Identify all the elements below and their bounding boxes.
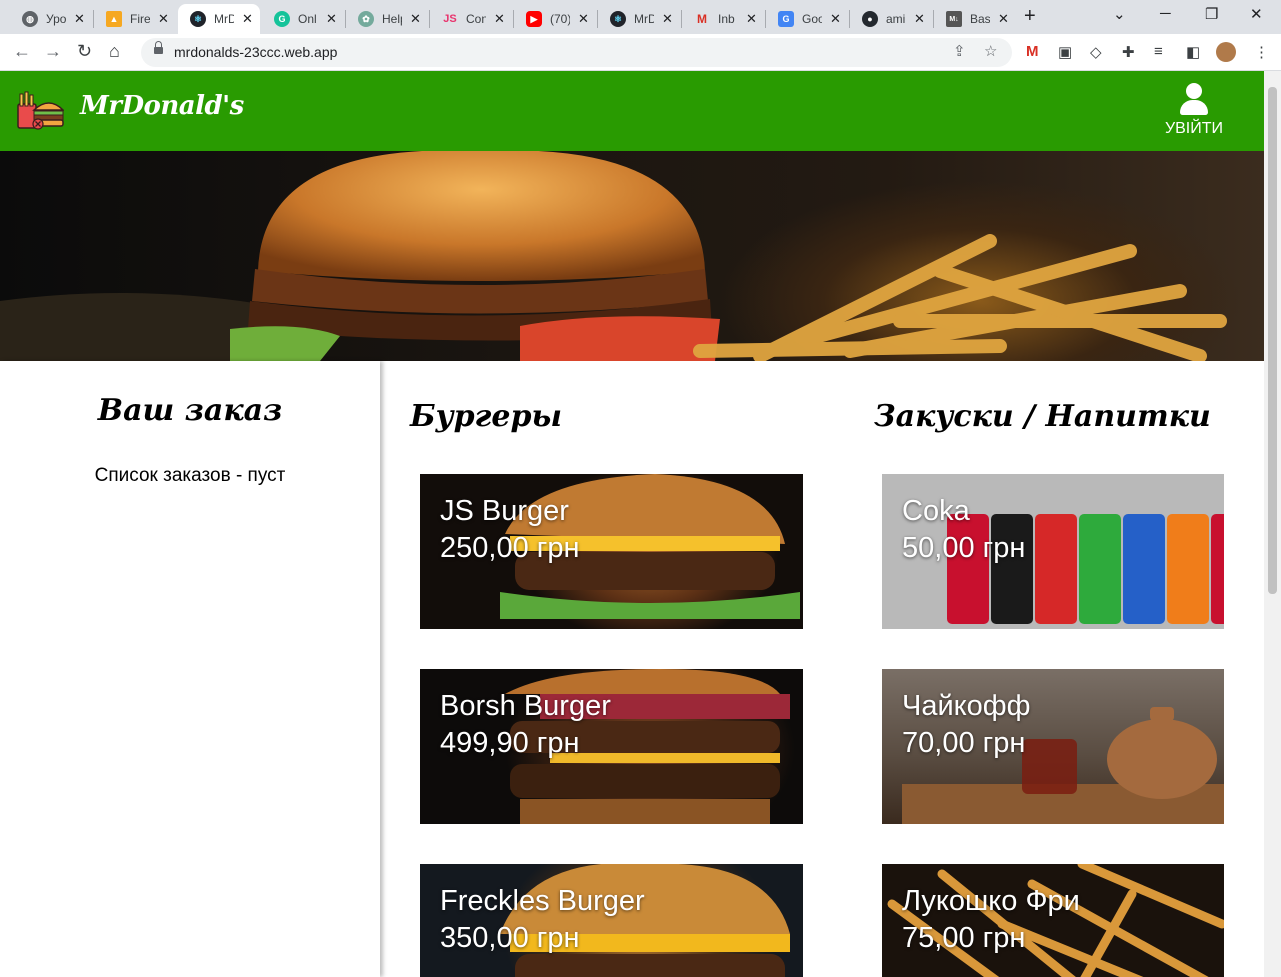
grammarly-icon: G bbox=[274, 11, 290, 27]
burger-photo bbox=[500, 864, 790, 977]
close-window-button[interactable]: ✕ bbox=[1250, 5, 1263, 23]
google-translate-icon: G bbox=[778, 11, 794, 27]
browser-tab[interactable]: ▶ (70) ✕ bbox=[514, 4, 596, 34]
gmail-icon: M bbox=[697, 12, 707, 26]
firebase-icon: ▲ bbox=[106, 11, 122, 27]
menu-item-card[interactable]: Чайкофф 70,00 грн bbox=[882, 669, 1224, 824]
browser-tab[interactable]: ● ami ✕ bbox=[850, 4, 932, 34]
browser-tabstrip: ◍ Уро ✕ ▲ Fire ✕ ⚛ MrD ✕ G Onl ✕ ✿ Help … bbox=[0, 0, 1281, 34]
side-panel-icon[interactable]: ◧ bbox=[1186, 43, 1200, 61]
menu-item-price: 250,00 грн bbox=[440, 532, 580, 564]
page-viewport: MrDonald's УВІЙТИ Ваш заказ Список заказ… bbox=[0, 71, 1264, 977]
back-button[interactable]: ← bbox=[13, 41, 31, 62]
menu-item-card[interactable]: Freckles Burger 350,00 грн bbox=[420, 864, 803, 977]
bookmark-star-icon[interactable]: ☆ bbox=[984, 42, 997, 60]
menu-item-name: Coka bbox=[902, 495, 970, 527]
react-icon: ⚛ bbox=[190, 11, 206, 27]
browser-tab[interactable]: ▲ Fire ✕ bbox=[94, 4, 176, 34]
browser-tab[interactable]: ✿ Help ✕ bbox=[346, 4, 428, 34]
menu-item-price: 50,00 грн bbox=[902, 532, 1026, 564]
menu-item-price: 70,00 грн bbox=[902, 727, 1026, 759]
tab-search-icon[interactable]: ⌄ bbox=[1113, 5, 1126, 23]
close-tab-icon[interactable]: ✕ bbox=[914, 11, 925, 27]
hero-banner-image bbox=[0, 151, 1264, 361]
js-icon: JS bbox=[443, 13, 457, 25]
menu-item-name: JS Burger bbox=[440, 495, 569, 527]
close-tab-icon[interactable]: ✕ bbox=[494, 11, 505, 27]
close-tab-icon[interactable]: ✕ bbox=[74, 11, 85, 27]
burger-fries-logo-icon bbox=[17, 91, 64, 130]
menu-item-name: Чайкофф bbox=[902, 690, 1031, 722]
address-bar[interactable]: mrdonalds-23ccc.web.app ⇪ ☆ bbox=[141, 38, 1012, 67]
browser-tab[interactable]: G Goo ✕ bbox=[766, 4, 848, 34]
browser-tab[interactable]: ⚛ MrD ✕ bbox=[598, 4, 680, 34]
menu-item-name: Лукошко Фри bbox=[902, 885, 1080, 917]
gmail-extension-icon[interactable]: M bbox=[1026, 43, 1039, 60]
menu-item-price: 350,00 грн bbox=[440, 922, 580, 954]
browser-tab[interactable]: JS Con ✕ bbox=[430, 4, 512, 34]
globe-icon: ◍ bbox=[22, 11, 38, 27]
browser-tab-active[interactable]: ⚛ MrD ✕ bbox=[178, 4, 260, 34]
profile-avatar[interactable] bbox=[1216, 42, 1236, 62]
close-tab-icon[interactable]: ✕ bbox=[326, 11, 337, 27]
browser-tab[interactable]: M↓ Bas ✕ bbox=[934, 4, 1016, 34]
forward-button[interactable]: → bbox=[44, 41, 62, 62]
maximize-button[interactable]: ❐ bbox=[1205, 5, 1218, 23]
snacks-section-title: Закуски / Напитки bbox=[874, 399, 1211, 434]
extension-icon[interactable]: ▣ bbox=[1058, 43, 1072, 61]
menu-item-card[interactable]: Лукошко Фри 75,00 грн bbox=[882, 864, 1224, 977]
react-icon: ⚛ bbox=[610, 11, 626, 27]
site-logo-text[interactable]: MrDonald's bbox=[80, 91, 244, 121]
menu-item-card[interactable]: Borsh Burger 499,90 грн bbox=[420, 669, 803, 824]
order-title: Ваш заказ bbox=[97, 393, 283, 428]
close-tab-icon[interactable]: ✕ bbox=[662, 11, 673, 27]
menu-item-price: 75,00 грн bbox=[902, 922, 1026, 954]
close-tab-icon[interactable]: ✕ bbox=[242, 11, 253, 27]
reload-button[interactable]: ↻ bbox=[77, 41, 92, 62]
order-panel: Ваш заказ Список заказов - пуст bbox=[0, 361, 380, 977]
home-button[interactable]: ⌂ bbox=[109, 41, 120, 62]
burger-fries-photo bbox=[0, 151, 1227, 361]
burgers-section-title: Бургеры bbox=[410, 399, 563, 434]
menu-kebab-icon[interactable]: ⋮ bbox=[1254, 43, 1269, 61]
markdown-icon: M↓ bbox=[946, 11, 962, 27]
menu-item-card[interactable]: JS Burger 250,00 грн bbox=[420, 474, 803, 629]
order-empty-text: Список заказов - пуст bbox=[94, 465, 286, 486]
menu-item-name: Freckles Burger bbox=[440, 885, 645, 917]
site-navbar: MrDonald's УВІЙТИ bbox=[0, 71, 1264, 151]
browser-tab[interactable]: G Onl ✕ bbox=[262, 4, 344, 34]
tag-extension-icon[interactable]: ◇ bbox=[1090, 43, 1102, 61]
menu-item-price: 499,90 грн bbox=[440, 727, 580, 759]
user-icon bbox=[1180, 83, 1208, 115]
browser-toolbar: ← → ↻ ⌂ mrdonalds-23ccc.web.app ⇪ ☆ bbox=[0, 34, 1281, 71]
page-scrollbar[interactable] bbox=[1264, 71, 1281, 977]
menu-item-name: Borsh Burger bbox=[440, 690, 611, 722]
url-text[interactable]: mrdonalds-23ccc.web.app bbox=[174, 44, 337, 60]
login-button[interactable]: УВІЙТИ bbox=[1160, 83, 1228, 138]
browser-tab[interactable]: M Inb ✕ bbox=[682, 4, 764, 34]
scrollbar-thumb[interactable] bbox=[1268, 87, 1277, 594]
lock-icon bbox=[154, 41, 163, 55]
media-control-icon[interactable]: ≡ bbox=[1154, 43, 1163, 60]
close-tab-icon[interactable]: ✕ bbox=[830, 11, 841, 27]
login-label: УВІЙТИ bbox=[1164, 120, 1224, 137]
menu-item-card[interactable]: Coka 50,00 грн bbox=[882, 474, 1224, 629]
close-tab-icon[interactable]: ✕ bbox=[410, 11, 421, 27]
new-tab-button[interactable]: + bbox=[1024, 5, 1036, 28]
share-icon[interactable]: ⇪ bbox=[953, 42, 966, 60]
youtube-icon: ▶ bbox=[526, 11, 542, 27]
close-tab-icon[interactable]: ✕ bbox=[746, 11, 757, 27]
puzzle-icon[interactable]: ✚ bbox=[1122, 43, 1135, 61]
openai-icon: ✿ bbox=[358, 11, 374, 27]
github-icon: ● bbox=[862, 11, 878, 27]
minimize-button[interactable]: ─ bbox=[1160, 5, 1171, 22]
close-tab-icon[interactable]: ✕ bbox=[998, 11, 1009, 27]
close-tab-icon[interactable]: ✕ bbox=[158, 11, 169, 27]
browser-tab[interactable]: ◍ Уро ✕ bbox=[10, 4, 92, 34]
fries-photo bbox=[887, 864, 1224, 977]
close-tab-icon[interactable]: ✕ bbox=[578, 11, 589, 27]
